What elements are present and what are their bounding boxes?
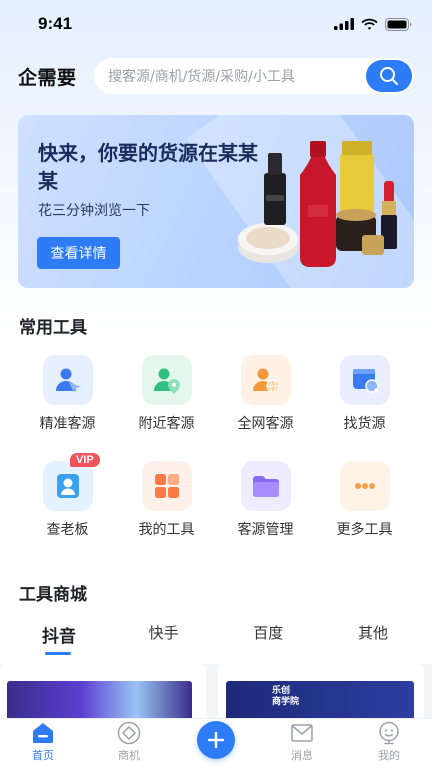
more-dots-icon xyxy=(339,461,390,511)
tool-label: 查老板 xyxy=(46,522,89,538)
nav-home[interactable]: 首页 xyxy=(13,721,73,763)
status-icons xyxy=(334,17,412,31)
tool-label: 附近客源 xyxy=(138,416,195,432)
search-placeholder: 搜客源/商机/货源/采购/小工具 xyxy=(108,69,295,85)
card-brand-text: 商学院 xyxy=(272,697,300,707)
bottom-nav: 首页 商机 消息 我的 xyxy=(0,718,432,768)
plus-icon xyxy=(207,731,225,749)
nav-opportunity[interactable]: 商机 xyxy=(99,721,159,763)
tab-other[interactable]: 其他 xyxy=(348,622,398,656)
tool-label: 全网客源 xyxy=(237,416,294,432)
product-card[interactable] xyxy=(0,664,206,724)
mall-section-title: 工具商城 xyxy=(19,585,87,605)
vip-badge: VIP xyxy=(70,453,100,467)
promo-banner[interactable]: 快来，你要的货源在某某某 花三分钟浏览一下 查看详情 xyxy=(18,115,414,288)
tool-more-tools[interactable]: 更多工具 xyxy=(315,461,414,547)
tool-label: 找货源 xyxy=(343,416,386,432)
tool-label: 客源管理 xyxy=(237,522,294,538)
tool-precise-customers[interactable]: 精准客源 xyxy=(18,355,117,441)
tool-find-supply[interactable]: 找货源 xyxy=(315,355,414,441)
tab-label: 抖音 xyxy=(42,627,76,647)
find-supply-icon xyxy=(339,355,390,405)
tab-kuaishou[interactable]: 快手 xyxy=(139,622,189,656)
tool-label: 更多工具 xyxy=(336,522,393,538)
platform-tabs: 抖音 快手 百度 其他 xyxy=(0,622,432,656)
search-button[interactable] xyxy=(366,60,412,92)
nav-label: 消息 xyxy=(291,749,313,762)
status-bar: 9:41 xyxy=(0,0,432,48)
app-title: 企需要 xyxy=(18,66,77,89)
product-cards: 乐创 商学院 xyxy=(0,664,432,724)
tool-customer-management[interactable]: 客源管理 xyxy=(216,461,315,547)
tool-label: 精准客源 xyxy=(39,416,96,432)
product-card[interactable]: 乐创 商学院 xyxy=(218,664,424,724)
banner-title: 快来，你要的货源在某某某 xyxy=(38,141,258,193)
nearby-customer-icon xyxy=(141,355,192,405)
folder-icon xyxy=(240,461,291,511)
tool-boss-lookup[interactable]: VIP 查老板 xyxy=(18,453,117,547)
tab-label: 快手 xyxy=(148,624,179,642)
nav-label: 我的 xyxy=(378,749,400,762)
status-time: 9:41 xyxy=(38,14,73,33)
product-image xyxy=(7,681,192,721)
wifi-icon xyxy=(361,18,378,30)
add-button[interactable] xyxy=(197,721,235,759)
view-details-button[interactable]: 查看详情 xyxy=(37,237,120,269)
search-input[interactable]: 搜客源/商机/货源/采购/小工具 xyxy=(94,58,414,94)
tab-active-indicator xyxy=(45,652,71,655)
search-icon xyxy=(380,67,398,85)
nav-label: 商机 xyxy=(118,749,140,762)
nav-profile[interactable]: 我的 xyxy=(359,721,419,763)
message-icon xyxy=(291,724,313,742)
tool-my-tools[interactable]: 我的工具 xyxy=(117,461,216,547)
tab-baidu[interactable]: 百度 xyxy=(243,622,293,656)
battery-icon xyxy=(385,17,412,31)
banner-subtitle: 花三分钟浏览一下 xyxy=(38,203,150,219)
tool-nearby-customers[interactable]: 附近客源 xyxy=(117,355,216,441)
cosmetics-image xyxy=(238,141,397,267)
global-customer-icon xyxy=(240,355,291,405)
opportunity-icon xyxy=(117,721,141,745)
home-icon xyxy=(33,723,53,743)
tab-douyin[interactable]: 抖音 xyxy=(34,622,84,656)
my-tools-icon xyxy=(141,461,192,511)
tools-section-title: 常用工具 xyxy=(19,318,87,338)
tab-label: 其他 xyxy=(357,624,388,642)
tool-label: 我的工具 xyxy=(138,522,195,538)
nav-messages[interactable]: 消息 xyxy=(272,721,332,763)
boss-lookup-icon xyxy=(42,461,93,511)
tool-grid: 精准客源 附近客源 全网客源 找货源 VIP 查老板 我的工具 客源管理 更多工… xyxy=(18,355,414,547)
product-image: 乐创 商学院 xyxy=(226,681,414,721)
tab-label: 百度 xyxy=(253,624,284,642)
target-customer-icon xyxy=(42,355,93,405)
tool-global-customers[interactable]: 全网客源 xyxy=(216,355,315,441)
signal-icon xyxy=(334,18,354,30)
header: 企需要 搜客源/商机/货源/采购/小工具 xyxy=(18,58,414,94)
nav-label: 首页 xyxy=(32,749,54,762)
profile-icon xyxy=(379,721,399,745)
